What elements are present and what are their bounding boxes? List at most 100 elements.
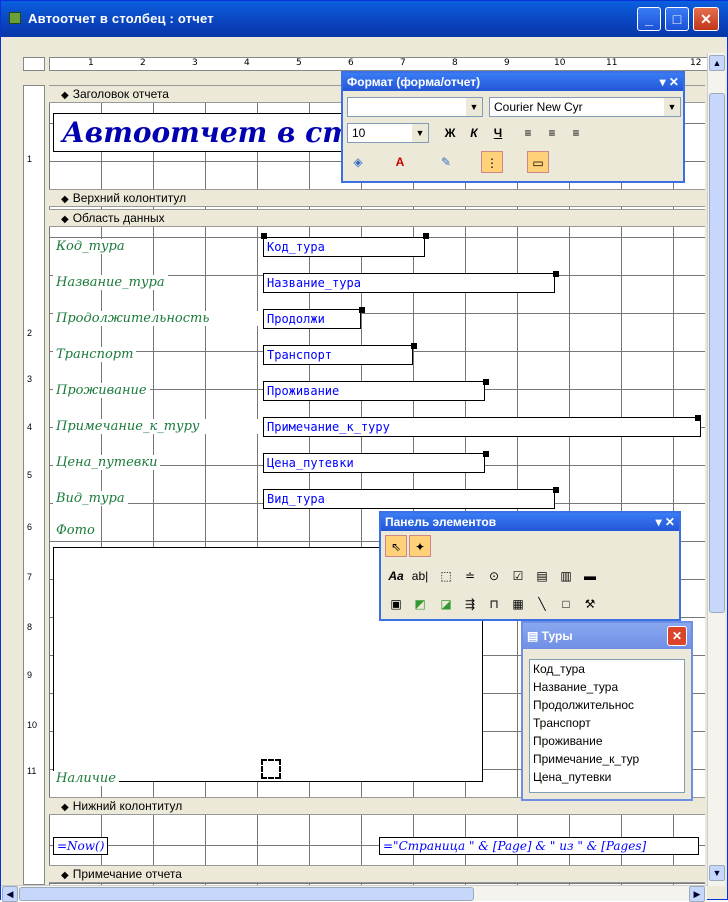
toolbox-title[interactable]: Панель элементов ▾ ✕	[381, 513, 679, 531]
section-report-footer[interactable]: ◆ Примечание отчета	[49, 865, 705, 883]
label-nazvanie-tura[interactable]: Название_тура	[53, 275, 168, 290]
unbound-frame-icon[interactable]: ◩	[409, 593, 431, 615]
label-transport[interactable]: Транспорт	[53, 347, 137, 362]
toggle-button-icon[interactable]: ≐	[459, 565, 481, 587]
scroll-thumb[interactable]	[709, 93, 725, 613]
subform-icon[interactable]: ▦	[507, 593, 529, 615]
report-title-label[interactable]: Автоотчет в ст	[53, 113, 361, 152]
selection-handle[interactable]	[483, 379, 489, 385]
italic-button[interactable]: К	[463, 122, 485, 144]
line-color-icon[interactable]: ✎	[435, 151, 457, 173]
select-pointer-icon[interactable]: ⇖	[385, 535, 407, 557]
label-tool-icon[interactable]: Aa	[385, 565, 407, 587]
chevron-down-icon[interactable]: ▼	[412, 124, 428, 142]
label-vid-tura[interactable]: Вид_тура	[53, 491, 128, 506]
checkbox-tool-icon[interactable]: ☑	[507, 565, 529, 587]
page-break-icon[interactable]: ⇶	[459, 593, 481, 615]
special-effect-icon[interactable]: ▭	[527, 151, 549, 173]
field-tsena[interactable]: Цена_путевки	[263, 453, 485, 473]
field-list-item[interactable]: Проживание	[530, 732, 684, 750]
field-list-item[interactable]: Код_тура	[530, 660, 684, 678]
close-button[interactable]: ✕	[693, 7, 719, 31]
line-width-icon[interactable]: ⋮	[481, 151, 503, 173]
more-controls-icon[interactable]: ⚒	[579, 593, 601, 615]
align-left-icon[interactable]: ≡	[517, 122, 539, 144]
option-group-icon[interactable]: ⬚	[435, 565, 457, 587]
close-icon[interactable]: ✕	[667, 626, 687, 646]
field-list-item[interactable]: Примечание_к_тур	[530, 750, 684, 768]
align-right-icon[interactable]: ≡	[565, 122, 587, 144]
field-list[interactable]: Код_тура Название_тура Продолжительнос Т…	[529, 659, 685, 793]
vertical-scrollbar[interactable]: ▲ ▼	[707, 53, 725, 886]
field-list-titlebar[interactable]: ▤ Туры ✕	[523, 623, 691, 649]
scroll-down-button[interactable]: ▼	[709, 865, 725, 881]
label-primechanie[interactable]: Примечание_к_туру	[53, 419, 263, 434]
field-prozhivanie[interactable]: Проживание	[263, 381, 485, 401]
bound-frame-icon[interactable]: ◪	[435, 593, 457, 615]
font-name-combo[interactable]: Courier New Cyr ▼	[489, 97, 681, 117]
format-toolbar[interactable]: Формат (форма/отчет) ▾ ✕ ▼ Courier New Cy…	[341, 71, 685, 183]
title-bar[interactable]: Автоотчет в столбец : отчет _ □ ✕	[1, 1, 728, 37]
label-nalichie[interactable]: Наличие	[53, 771, 119, 786]
field-list-item[interactable]: Название_тура	[530, 678, 684, 696]
close-icon[interactable]: ▾ ✕	[660, 73, 679, 91]
scroll-thumb[interactable]	[19, 887, 474, 901]
command-button-icon[interactable]: ▬	[579, 565, 601, 587]
selection-handle[interactable]	[423, 233, 429, 239]
field-list-window[interactable]: ▤ Туры ✕ Код_тура Название_тура Продолжи…	[521, 621, 693, 801]
label-foto[interactable]: Фото	[53, 523, 98, 538]
minimize-button[interactable]: _	[637, 7, 661, 31]
label-kod-tura[interactable]: Код_тура	[53, 239, 128, 254]
field-list-item[interactable]: Транспорт	[530, 714, 684, 732]
selection-handle[interactable]	[553, 271, 559, 277]
field-list-item[interactable]: Цена_путевки	[530, 768, 684, 786]
horizontal-scrollbar[interactable]: ◀ ▶	[1, 885, 707, 902]
scroll-up-button[interactable]: ▲	[709, 55, 725, 71]
selection-handle[interactable]	[695, 415, 701, 421]
image-tool-icon[interactable]: ▣	[385, 593, 407, 615]
font-size-combo[interactable]: 10 ▼	[347, 123, 429, 143]
close-icon[interactable]: ▾ ✕	[656, 513, 675, 531]
section-page-header[interactable]: ◆ Верхний колонтитул	[49, 189, 705, 207]
field-page-number[interactable]: ="Страница " & [Page] & " из " & [Pages]	[379, 837, 699, 855]
selection-handle[interactable]	[553, 487, 559, 493]
radio-button-icon[interactable]: ⊙	[483, 565, 505, 587]
combo-box-icon[interactable]: ▤	[531, 565, 553, 587]
wizard-icon[interactable]: ✦	[409, 535, 431, 557]
section-detail[interactable]: ◆ Область данных	[49, 209, 705, 227]
field-transport[interactable]: Транспорт	[263, 345, 413, 365]
selection-handle[interactable]	[483, 451, 489, 457]
bold-button[interactable]: Ж	[439, 122, 461, 144]
tab-control-icon[interactable]: ⊓	[483, 593, 505, 615]
field-kod-tura[interactable]: Код_тура	[263, 237, 425, 257]
selection-handle[interactable]	[359, 307, 365, 313]
selection-handle[interactable]	[261, 233, 267, 239]
object-combo[interactable]: ▼	[347, 97, 483, 117]
field-list-item[interactable]: Продолжительнос	[530, 696, 684, 714]
list-box-icon[interactable]: ▥	[555, 565, 577, 587]
label-prodolzhitelnost[interactable]: Продолжительность	[53, 311, 263, 326]
font-color-icon[interactable]: A	[389, 151, 411, 173]
field-vid-tura[interactable]: Вид_тура	[263, 489, 555, 509]
field-prodolzhitelnost[interactable]: Продолжи	[263, 309, 361, 329]
label-tsena[interactable]: Цена_путевки	[53, 455, 161, 470]
toolbox-palette[interactable]: Панель элементов ▾ ✕ ⇖ ✦ Aa ab| ⬚ ≐ ⊙ ☑ ▤…	[379, 511, 681, 621]
ruler-tick-label: 8	[27, 622, 33, 632]
fill-color-icon[interactable]: ◈	[347, 151, 369, 173]
field-primechanie[interactable]: Примечание_к_туру	[263, 417, 701, 437]
rectangle-tool-icon[interactable]: □	[555, 593, 577, 615]
chevron-down-icon[interactable]: ▼	[466, 98, 482, 116]
align-center-icon[interactable]: ≡	[541, 122, 563, 144]
format-toolbar-title[interactable]: Формат (форма/отчет) ▾ ✕	[343, 73, 683, 91]
label-prozhivanie[interactable]: Проживание	[53, 383, 150, 398]
field-nazvanie-tura[interactable]: Название_тура	[263, 273, 555, 293]
underline-button[interactable]: Ч	[487, 122, 509, 144]
selection-handle[interactable]	[411, 343, 417, 349]
ruler-corner[interactable]	[23, 57, 45, 71]
line-tool-icon[interactable]: ╲	[531, 593, 553, 615]
maximize-button[interactable]: □	[665, 7, 689, 31]
textbox-tool-icon[interactable]: ab|	[409, 565, 431, 587]
field-now[interactable]: =Now()	[53, 837, 109, 855]
chevron-down-icon[interactable]: ▼	[664, 98, 680, 116]
checkbox-nalichie[interactable]	[261, 759, 281, 779]
